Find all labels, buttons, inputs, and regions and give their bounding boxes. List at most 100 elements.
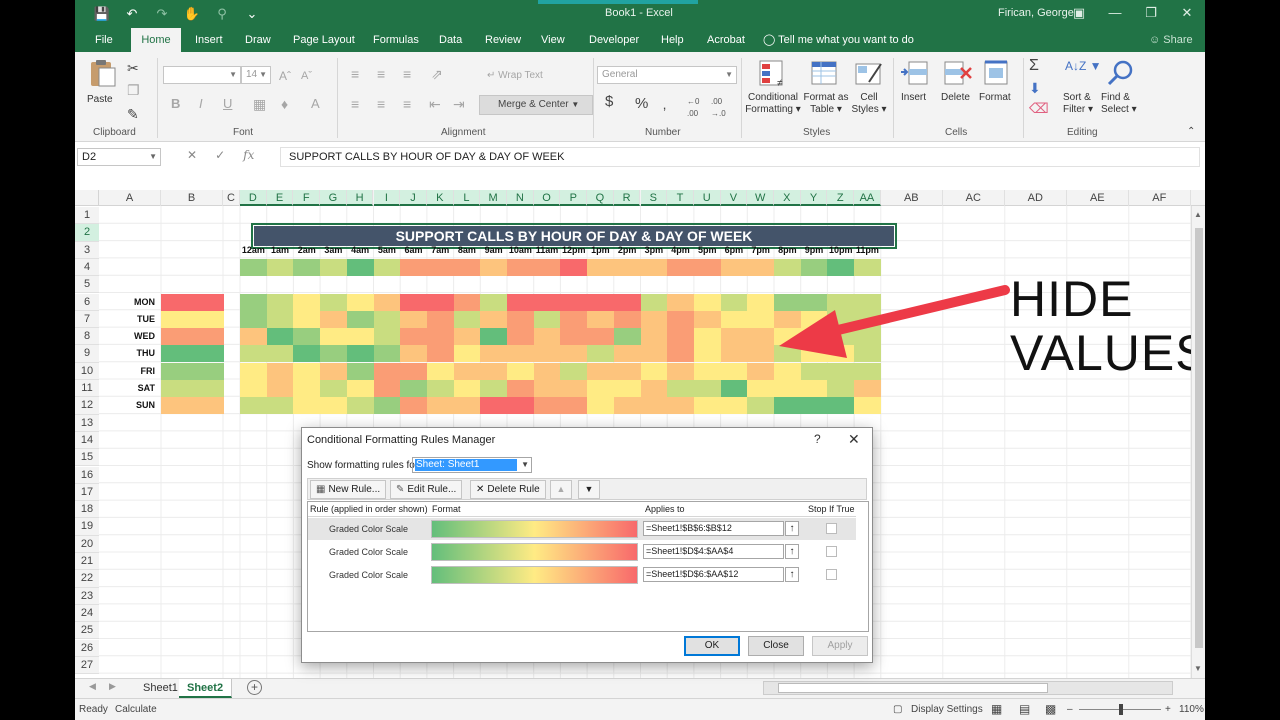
heatmap-cell[interactable]: [293, 362, 321, 380]
heatmap-cell[interactable]: [240, 345, 268, 363]
column-header-a[interactable]: A: [99, 190, 161, 206]
heatmap-cell[interactable]: [266, 310, 294, 328]
heatmap-cell[interactable]: [720, 362, 748, 380]
heatmap-cell[interactable]: [400, 397, 428, 415]
heatmap-cell[interactable]: [613, 310, 641, 328]
heatmap-cell[interactable]: [613, 362, 641, 380]
heatmap-cell[interactable]: [293, 397, 321, 415]
sheet-tab-sheet2[interactable]: Sheet2: [179, 679, 233, 698]
restore-icon[interactable]: ❐: [1133, 2, 1169, 24]
zoom-slider-thumb[interactable]: [1119, 704, 1123, 715]
column-header-k[interactable]: K: [426, 190, 454, 206]
confirm-entry-icon[interactable]: ✓: [215, 148, 225, 162]
range-collapse-icon[interactable]: ↑: [785, 521, 799, 536]
heatmap-cell[interactable]: [827, 380, 855, 397]
tab-insert[interactable]: Insert: [187, 28, 231, 52]
sort-filter-button[interactable]: Sort & Filter ▾: [1063, 92, 1093, 116]
page-break-view-icon[interactable]: ▩: [1045, 702, 1056, 716]
heatmap-cell[interactable]: [613, 293, 641, 311]
heatmap-cell[interactable]: [667, 293, 695, 311]
heatmap-cell[interactable]: [266, 328, 294, 346]
heatmap-cell[interactable]: [346, 397, 374, 415]
stop-if-true-checkbox[interactable]: [826, 546, 837, 557]
heatmap-cell[interactable]: [373, 397, 401, 415]
heatmap-cell[interactable]: [533, 310, 561, 328]
row-header-20[interactable]: 20: [75, 535, 99, 553]
row-header-6[interactable]: 6: [75, 293, 99, 311]
day-total-cell[interactable]: [161, 310, 224, 328]
save-icon[interactable]: 💾: [89, 4, 115, 24]
heatmap-cell[interactable]: [400, 328, 428, 346]
column-header-e[interactable]: E: [266, 190, 294, 206]
day-total-cell[interactable]: [161, 328, 224, 346]
copy-icon[interactable]: ❐: [127, 82, 140, 98]
heatmap-cell[interactable]: [640, 362, 668, 380]
tab-draw[interactable]: Draw: [237, 28, 279, 52]
heatmap-cell[interactable]: [373, 328, 401, 346]
heatmap-cell[interactable]: [667, 380, 695, 397]
heatmap-cell[interactable]: [426, 345, 455, 363]
heatmap-cell[interactable]: [346, 328, 374, 346]
cell-styles-icon[interactable]: [853, 58, 885, 90]
fill-color-icon[interactable]: ♦: [281, 96, 288, 112]
format-as-table-button[interactable]: Format as Table ▾: [801, 92, 851, 116]
fill-icon[interactable]: ⬇: [1029, 80, 1041, 96]
applies-to-input[interactable]: =Sheet1!$B$6:$B$12: [643, 521, 784, 536]
heatmap-cell[interactable]: [507, 310, 535, 328]
underline-icon[interactable]: U: [223, 97, 232, 110]
row-header-22[interactable]: 22: [75, 570, 99, 588]
paste-label[interactable]: Paste: [87, 94, 113, 106]
align-left-icon[interactable]: ≡: [351, 96, 359, 112]
new-rule-button[interactable]: ▦ New Rule...: [310, 480, 387, 499]
prev-sheet-icon[interactable]: ◀: [89, 681, 96, 692]
heatmap-cell[interactable]: [240, 328, 268, 346]
hour-total-cell[interactable]: [507, 258, 535, 276]
row-header-4[interactable]: 4: [75, 258, 99, 277]
column-header-v[interactable]: V: [720, 190, 748, 206]
heatmap-cell[interactable]: [240, 310, 268, 328]
column-header-ab[interactable]: AB: [881, 190, 943, 206]
applies-to-input[interactable]: =Sheet1!$D$6:$AA$12: [643, 567, 784, 582]
zoom-level[interactable]: 110%: [1179, 704, 1204, 715]
heatmap-cell[interactable]: [854, 380, 882, 397]
heatmap-cell[interactable]: [640, 328, 668, 346]
heatmap-cell[interactable]: [720, 328, 748, 346]
heatmap-cell[interactable]: [320, 397, 348, 415]
heatmap-cell[interactable]: [400, 345, 428, 363]
delete-cells-icon[interactable]: [941, 58, 973, 90]
sort-filter-icon[interactable]: A↓Z ▼: [1065, 60, 1102, 72]
sheet-title-banner[interactable]: SUPPORT CALLS BY HOUR OF DAY & DAY OF WE…: [251, 223, 897, 249]
help-icon[interactable]: ?: [814, 432, 821, 446]
heatmap-cell[interactable]: [560, 293, 588, 311]
share-button[interactable]: ☺ Share: [1141, 28, 1201, 52]
column-header-r[interactable]: R: [613, 190, 641, 206]
heatmap-cell[interactable]: [480, 293, 508, 311]
heatmap-cell[interactable]: [293, 345, 321, 363]
heatmap-cell[interactable]: [533, 362, 561, 380]
heatmap-cell[interactable]: [613, 328, 641, 346]
zoom-in-icon[interactable]: +: [1165, 704, 1171, 715]
stop-if-true-checkbox[interactable]: [826, 523, 837, 534]
heatmap-cell[interactable]: [480, 310, 508, 328]
heatmap-cell[interactable]: [400, 362, 428, 380]
column-header-h[interactable]: H: [346, 190, 374, 206]
delete-cells-label[interactable]: Delete: [941, 92, 970, 104]
heatmap-cell[interactable]: [320, 293, 348, 311]
heatmap-cell[interactable]: [507, 380, 535, 397]
range-collapse-icon[interactable]: ↑: [785, 544, 799, 559]
row-header-19[interactable]: 19: [75, 518, 99, 536]
hour-total-cell[interactable]: [587, 258, 615, 276]
heatmap-cell[interactable]: [346, 310, 374, 328]
row-header-8[interactable]: 8: [75, 328, 99, 346]
heatmap-cell[interactable]: [400, 293, 428, 311]
hour-total-cell[interactable]: [240, 258, 268, 276]
clear-icon[interactable]: ⌫: [1029, 100, 1049, 116]
column-header-z[interactable]: Z: [827, 190, 855, 206]
currency-icon[interactable]: $: [605, 94, 613, 109]
heatmap-cell[interactable]: [266, 293, 294, 311]
row-header-15[interactable]: 15: [75, 449, 99, 467]
increase-decimal-icon[interactable]: ←0.00: [687, 96, 699, 120]
heatmap-cell[interactable]: [854, 397, 882, 415]
column-header-m[interactable]: M: [480, 190, 507, 206]
column-header-y[interactable]: Y: [800, 190, 828, 206]
